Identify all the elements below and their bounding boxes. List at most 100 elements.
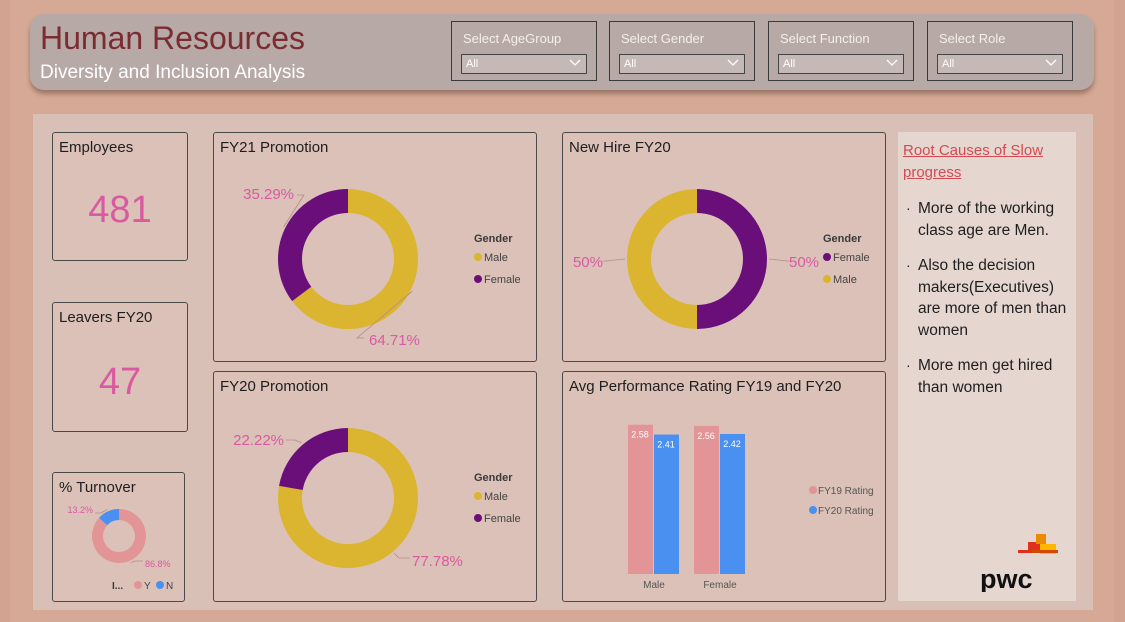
- leader-line: [768, 258, 791, 262]
- donut-slice-female: [279, 428, 348, 491]
- data-label: 50%: [789, 254, 819, 271]
- root-causes-panel: Root Causes of Slow progress · More of th…: [898, 132, 1076, 601]
- legend-dot: [809, 506, 817, 514]
- root-causes-link[interactable]: Root Causes of Slow progress: [903, 140, 1063, 184]
- chevron-down-icon: [1045, 59, 1057, 66]
- gender-slicer: Select Gender All: [609, 21, 755, 81]
- new-hire-donut-chart: 50% 50% Gender Female Male: [573, 189, 870, 329]
- legend-item: Female: [484, 513, 521, 525]
- list-item-text: Also the decision makers(Executives) are…: [918, 257, 1067, 339]
- bar-value-label: 2.58: [631, 430, 649, 440]
- performance-bar-chart: 2.58 2.41 Male 2.56 2.42 Female FY19 Rating FY2…: [628, 424, 874, 591]
- chevron-down-icon: [886, 59, 898, 66]
- legend-item: N: [166, 581, 173, 592]
- data-label: 22.22%: [233, 432, 284, 449]
- bar-value-label: 2.41: [657, 440, 675, 450]
- bar-value-label: 2.42: [723, 439, 741, 449]
- chevron-down-icon: [569, 59, 581, 66]
- bullet-icon: ·: [906, 257, 911, 273]
- card-title: Leavers FY20: [59, 309, 153, 326]
- legend-dot: [809, 486, 817, 494]
- page-subtitle: Diversity and Inclusion Analysis: [40, 62, 306, 83]
- donut-slice-male: [627, 189, 697, 329]
- bar-value-label: 2.56: [697, 431, 715, 441]
- x-tick-label: Male: [643, 580, 665, 591]
- employees-value: 481: [88, 189, 152, 231]
- turnover-card[interactable]: % Turnover 86.8% 13.2% I... Y N: [52, 472, 185, 602]
- legend-dot: [474, 253, 482, 261]
- gender-dropdown[interactable]: All: [619, 54, 745, 74]
- data-label: 64.71%: [369, 332, 420, 349]
- leader-line: [286, 439, 302, 444]
- data-label: 86.8%: [145, 559, 171, 569]
- slicer-label: Select Role: [939, 31, 1006, 46]
- legend-dot: [474, 514, 482, 522]
- fy21-promotion-card[interactable]: FY21 Promotion 64.71% 35.29% Gender Male Fem…: [213, 132, 537, 362]
- legend-title: Gender: [474, 233, 513, 245]
- function-dropdown[interactable]: All: [778, 54, 904, 74]
- bullet-icon: ·: [906, 200, 911, 216]
- leader-line: [603, 258, 626, 262]
- leavers-value: 47: [98, 361, 142, 403]
- pwc-logo: pwc: [980, 534, 1058, 592]
- dropdown-value: All: [466, 58, 479, 70]
- donut-slice-female: [278, 189, 348, 302]
- leader-line: [95, 509, 108, 514]
- performance-card[interactable]: Avg Performance Rating FY19 and FY20 2.5…: [562, 371, 886, 602]
- legend-item: Female: [833, 252, 870, 264]
- bullet-icon: ·: [906, 357, 911, 373]
- new-hire-card[interactable]: New Hire FY20 50% 50% Gender Female Male: [562, 132, 886, 362]
- dropdown-value: All: [942, 58, 955, 70]
- fy21-promotion-donut-chart: 64.71% 35.29% Gender Male Female: [243, 186, 521, 349]
- header-bar: Human Resources Diversity and Inclusion …: [30, 14, 1094, 90]
- list-item: · More men get hired than women: [906, 355, 1072, 398]
- legend-dot: [474, 492, 482, 500]
- leavers-card[interactable]: Leavers FY20 47: [52, 302, 188, 432]
- bar-female-1: [720, 433, 745, 574]
- bar-female-0: [694, 425, 719, 574]
- legend-item: Female: [484, 274, 521, 286]
- slicer-label: Select Gender: [621, 31, 705, 46]
- legend-title: Gender: [474, 472, 513, 484]
- dropdown-value: All: [624, 58, 637, 70]
- slicer-label: Select Function: [780, 31, 870, 46]
- x-tick-label: Female: [703, 580, 737, 591]
- legend-item: Male: [484, 491, 508, 503]
- list-item-text: More of the working class age are Men.: [918, 200, 1055, 239]
- list-item-text: More men get hired than women: [918, 357, 1053, 396]
- fy20-promotion-card[interactable]: FY20 Promotion 77.78% 22.22% Gender Male Fem…: [213, 371, 537, 602]
- role-slicer: Select Role All: [927, 21, 1073, 81]
- legend-title: Gender: [823, 233, 862, 245]
- legend-dot: [474, 275, 482, 283]
- donut-slice-female: [697, 189, 767, 329]
- legend-item: FY19 Rating: [818, 486, 874, 497]
- data-label: 77.78%: [412, 553, 463, 570]
- data-label: 35.29%: [243, 186, 294, 203]
- logo-text: pwc: [980, 564, 1033, 592]
- root-causes-list: · More of the working class age are Men. …: [906, 198, 1072, 412]
- agegroup-dropdown[interactable]: All: [461, 54, 587, 74]
- leader-line: [130, 560, 143, 563]
- bar-male-0: [628, 424, 653, 574]
- leader-line: [393, 552, 410, 559]
- page-title: Human Resources: [40, 20, 305, 56]
- legend-item: Male: [833, 274, 857, 286]
- legend-item: FY20 Rating: [818, 506, 874, 517]
- legend-dot: [823, 253, 831, 261]
- legend-dot: [134, 581, 142, 589]
- data-label: 50%: [573, 254, 603, 271]
- employees-card[interactable]: Employees 481: [52, 132, 188, 261]
- data-label: 13.2%: [67, 505, 93, 515]
- role-dropdown[interactable]: All: [937, 54, 1063, 74]
- legend-title: I...: [112, 581, 123, 592]
- list-item: · More of the working class age are Men.: [906, 198, 1072, 241]
- bar-male-1: [654, 434, 679, 574]
- agegroup-slicer: Select AgeGroup All: [451, 21, 597, 81]
- legend-item: Male: [484, 252, 508, 264]
- fy20-promotion-donut-chart: 77.78% 22.22% Gender Male Female: [233, 428, 521, 570]
- turnover-donut-chart: 86.8% 13.2% I... Y N: [67, 505, 173, 592]
- chevron-down-icon: [727, 59, 739, 66]
- slicer-label: Select AgeGroup: [463, 31, 562, 46]
- legend-dot: [156, 581, 164, 589]
- list-item: · Also the decision makers(Executives) ar…: [906, 255, 1072, 341]
